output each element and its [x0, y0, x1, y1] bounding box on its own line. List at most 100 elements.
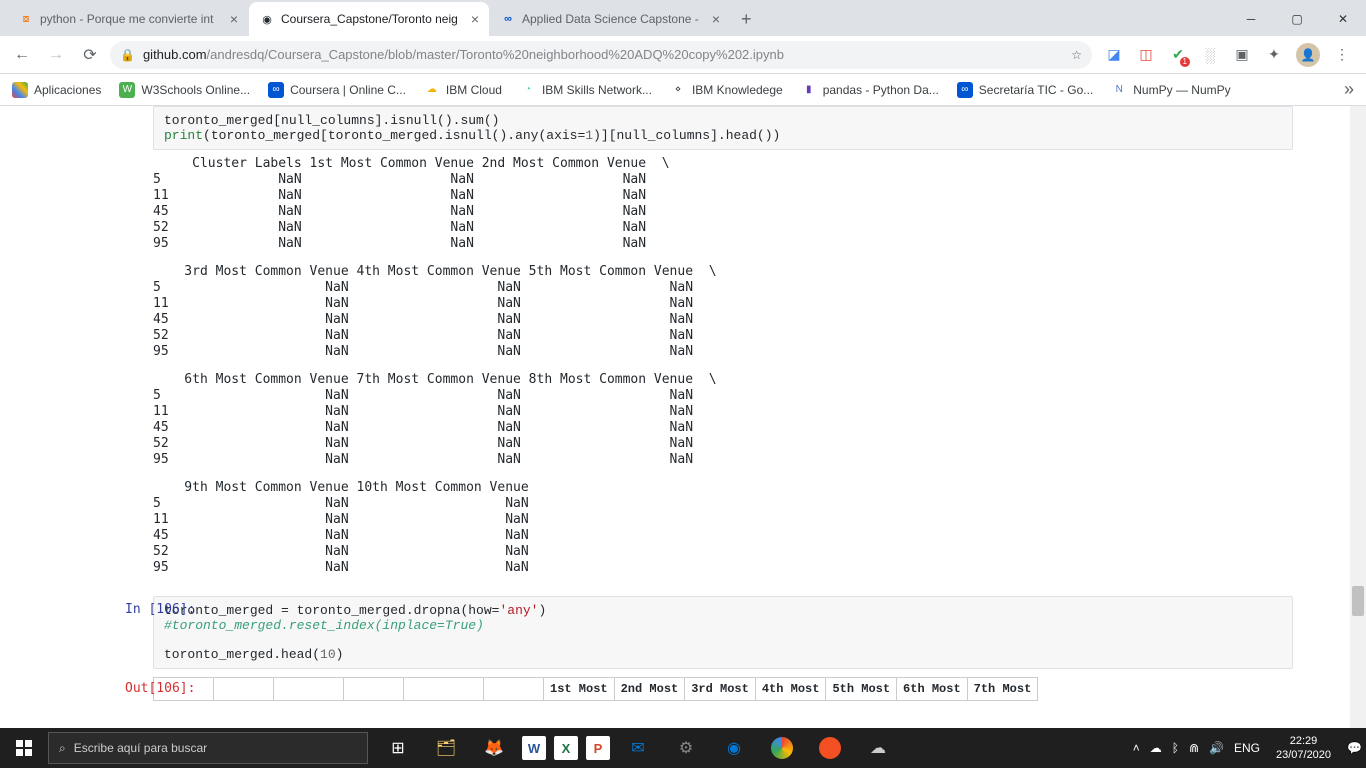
bookmark-icon: N — [1111, 82, 1127, 98]
browser-tab[interactable]: ◉ Coursera_Capstone/Toronto neig × — [249, 2, 489, 36]
extension-icon[interactable]: ▣ — [1232, 45, 1252, 65]
windows-taskbar: ⌕ Escribe aquí para buscar ⊞ 🗂 🦊 W X P ✉… — [0, 728, 1366, 768]
input-prompt: In [106]: — [125, 602, 195, 617]
output-text: Cluster Labels 1st Most Common Venue 2nd… — [153, 150, 1293, 258]
menu-icon[interactable]: ⋮ — [1332, 45, 1352, 65]
reload-button[interactable]: ⟳ — [76, 41, 104, 69]
back-button[interactable]: ← — [8, 41, 36, 69]
table-header: 5th Most — [826, 678, 897, 701]
close-icon[interactable]: × — [230, 11, 238, 27]
tray-chevron-icon[interactable]: ˄ — [1133, 741, 1140, 755]
bookmark-item[interactable]: ☁IBM Cloud — [424, 82, 502, 98]
bookmark-icon: ∞ — [957, 82, 973, 98]
bookmark-item[interactable]: ◔IBM Skills Network... — [520, 82, 652, 98]
task-view-button[interactable]: ⊞ — [378, 728, 418, 768]
bookmarks-overflow[interactable]: » — [1344, 79, 1354, 100]
forward-button[interactable]: → — [42, 41, 70, 69]
bookmark-item[interactable]: ⋄IBM Knowledege — [670, 82, 783, 98]
bookmark-icon: ▮ — [801, 82, 817, 98]
table-header — [404, 678, 484, 701]
firefox-icon[interactable]: 🦊 — [474, 728, 514, 768]
extensions-puzzle-icon[interactable]: ✦ — [1264, 45, 1284, 65]
extension-icons: ◪ ◫ ✔1 ░ ▣ ✦ 👤 ⋮ — [1098, 43, 1358, 67]
bookmark-item[interactable]: ∞Coursera | Online C... — [268, 82, 406, 98]
extension-icon[interactable]: ◫ — [1136, 45, 1156, 65]
url-text: github.com/andresdq/Coursera_Capstone/bl… — [143, 47, 784, 62]
browser-tab[interactable]: ∞ Applied Data Science Capstone - × — [490, 2, 730, 36]
close-window-button[interactable]: ✕ — [1320, 2, 1366, 36]
star-icon[interactable]: ☆ — [1071, 48, 1082, 62]
bookmark-item[interactable]: ∞Secretaría TIC - Go... — [957, 82, 1093, 98]
table-header: 7th Most — [967, 678, 1038, 701]
bookmark-item[interactable]: WW3Schools Online... — [119, 82, 250, 98]
bookmark-icon: ◔ — [520, 82, 536, 98]
output-table: 1st Most 2nd Most 3rd Most 4th Most 5th … — [153, 677, 1293, 701]
output-text: 9th Most Common Venue 10th Most Common V… — [153, 474, 1293, 582]
table-header: 4th Most — [755, 678, 826, 701]
bluetooth-icon[interactable]: ᛒ — [1172, 741, 1179, 755]
wifi-icon[interactable]: ⋒ — [1189, 741, 1199, 755]
bookmark-item[interactable]: NNumPy — NumPy — [1111, 82, 1230, 98]
cloud-icon[interactable]: ☁ — [858, 728, 898, 768]
system-tray: ˄ ☁ ᛒ ⋒ 🔊 ENG 22:29 23/07/2020 💬 — [1133, 734, 1366, 762]
browser-tab-strip: ⧇ python - Porque me convierte int × ◉ C… — [0, 0, 1366, 36]
tab-title: Applied Data Science Capstone - — [522, 12, 708, 26]
omnibox[interactable]: 🔒 github.com/andresdq/Coursera_Capstone/… — [110, 41, 1092, 69]
vertical-scrollbar[interactable] — [1350, 106, 1366, 728]
tab-title: python - Porque me convierte int — [40, 12, 226, 26]
bookmark-item[interactable]: ▮pandas - Python Da... — [801, 82, 939, 98]
taskbar-clock[interactable]: 22:29 23/07/2020 — [1270, 734, 1337, 762]
table-header — [214, 678, 274, 701]
minimize-button[interactable]: ─ — [1228, 2, 1274, 36]
start-button[interactable] — [0, 728, 48, 768]
table-header: 6th Most — [897, 678, 968, 701]
tab-title: Coursera_Capstone/Toronto neig — [281, 12, 467, 26]
output-text: 6th Most Common Venue 7th Most Common Ve… — [153, 366, 1293, 474]
word-icon[interactable]: W — [522, 736, 546, 760]
table-header — [344, 678, 404, 701]
output-text: 3rd Most Common Venue 4th Most Common Ve… — [153, 258, 1293, 366]
table-header — [274, 678, 344, 701]
extension-icon[interactable]: ✔1 — [1168, 45, 1188, 65]
chrome-icon[interactable] — [762, 728, 802, 768]
extension-icon[interactable]: ◪ — [1104, 45, 1124, 65]
edge-icon[interactable]: ◉ — [714, 728, 754, 768]
output-prompt: Out[106]: — [125, 681, 195, 696]
bookmark-icon: ∞ — [268, 82, 284, 98]
maximize-button[interactable]: ▢ — [1274, 2, 1320, 36]
apps-button[interactable]: Aplicaciones — [12, 82, 101, 98]
excel-icon[interactable]: X — [554, 736, 578, 760]
mail-icon[interactable]: ✉ — [618, 728, 658, 768]
table-header: 1st Most — [544, 678, 615, 701]
profile-avatar[interactable]: 👤 — [1296, 43, 1320, 67]
scrollbar-thumb[interactable] — [1352, 586, 1364, 616]
language-indicator[interactable]: ENG — [1234, 741, 1260, 755]
chrome-canary-icon[interactable] — [810, 728, 850, 768]
badge: 1 — [1180, 57, 1190, 67]
volume-icon[interactable]: 🔊 — [1209, 741, 1224, 755]
file-explorer-icon[interactable]: 🗂 — [426, 728, 466, 768]
code-cell: toronto_merged = toronto_merged.dropna(h… — [153, 596, 1293, 669]
settings-icon[interactable]: ⚙ — [666, 728, 706, 768]
page-content: toronto_merged[null_columns].isnull().su… — [0, 106, 1366, 728]
lock-icon: 🔒 — [120, 48, 135, 62]
apps-icon — [12, 82, 28, 98]
notifications-icon[interactable]: 💬 — [1347, 741, 1362, 755]
browser-tab[interactable]: ⧇ python - Porque me convierte int × — [8, 2, 248, 36]
close-icon[interactable]: × — [712, 11, 720, 27]
bookmark-icon: W — [119, 82, 135, 98]
github-icon: ◉ — [259, 11, 275, 27]
table-header: 2nd Most — [614, 678, 685, 701]
onedrive-icon[interactable]: ☁ — [1150, 741, 1162, 755]
close-icon[interactable]: × — [471, 11, 479, 27]
taskbar-search[interactable]: ⌕ Escribe aquí para buscar — [48, 732, 368, 764]
bookmarks-bar: Aplicaciones WW3Schools Online... ∞Cours… — [0, 74, 1366, 106]
new-tab-button[interactable]: + — [731, 3, 762, 36]
bookmark-icon: ☁ — [424, 82, 440, 98]
bookmark-icon: ⋄ — [670, 82, 686, 98]
table-header — [484, 678, 544, 701]
coursera-icon: ∞ — [500, 11, 516, 27]
powerpoint-icon[interactable]: P — [586, 736, 610, 760]
table-header: 3rd Most — [685, 678, 756, 701]
extension-icon[interactable]: ░ — [1200, 45, 1220, 65]
